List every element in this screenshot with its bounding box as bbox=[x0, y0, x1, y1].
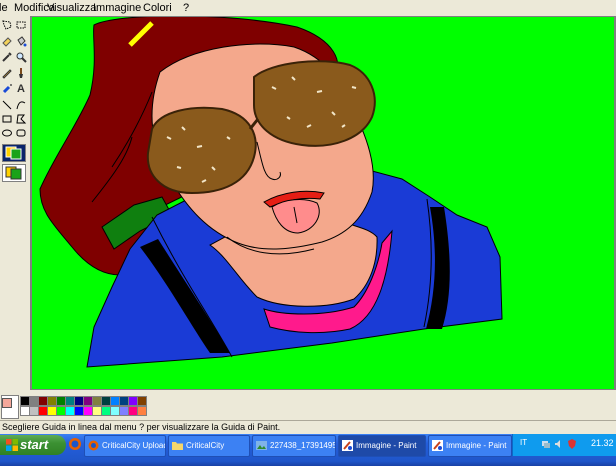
network-icon[interactable] bbox=[541, 439, 551, 449]
drawing-canvas[interactable] bbox=[32, 17, 614, 389]
fill-option-outline[interactable] bbox=[2, 144, 26, 162]
painting bbox=[39, 17, 503, 368]
browser-icon bbox=[88, 440, 99, 451]
fill-icon[interactable] bbox=[15, 35, 27, 47]
ellipse-icon[interactable] bbox=[1, 127, 13, 139]
image-icon bbox=[256, 441, 267, 450]
left-lens bbox=[146, 106, 257, 195]
fill-option-filled[interactable] bbox=[2, 164, 26, 182]
rect-select-icon[interactable] bbox=[15, 19, 27, 31]
folder-icon bbox=[172, 442, 183, 450]
paint-icon bbox=[432, 440, 443, 451]
magnifier-icon[interactable] bbox=[15, 51, 27, 63]
start-label: start bbox=[20, 437, 49, 452]
menu-immagine[interactable]: Immagine bbox=[93, 2, 141, 14]
status-text: Scegliere Guida in linea dal menu ? per … bbox=[2, 422, 281, 432]
task-label: Immagine - Paint bbox=[356, 441, 417, 450]
task-label: CriticalCity Upload... bbox=[102, 441, 165, 450]
status-bar: Scegliere Guida in linea dal menu ? per … bbox=[0, 420, 616, 435]
foreground-color bbox=[2, 398, 12, 408]
rounded-rect-icon[interactable] bbox=[15, 127, 27, 139]
curve-icon[interactable] bbox=[15, 99, 27, 111]
task-button-paint-1[interactable]: Immagine - Paint bbox=[338, 435, 426, 457]
windows-logo-icon bbox=[6, 439, 18, 451]
rectangle-icon[interactable] bbox=[1, 113, 13, 125]
current-colors[interactable] bbox=[1, 395, 19, 419]
speaker-icon[interactable] bbox=[554, 439, 564, 449]
quicklaunch-firefox-icon[interactable] bbox=[68, 437, 82, 451]
menu-file[interactable]: le bbox=[0, 2, 8, 14]
line-icon[interactable] bbox=[1, 99, 13, 111]
palette-swatch[interactable] bbox=[137, 406, 147, 416]
pencil-icon[interactable] bbox=[1, 67, 13, 79]
eyedropper-icon[interactable] bbox=[1, 51, 13, 63]
task-button-criticalcity-folder[interactable]: CriticalCity bbox=[168, 435, 250, 457]
right-lens bbox=[253, 60, 376, 147]
start-button[interactable]: start bbox=[0, 435, 66, 455]
palette-swatch[interactable] bbox=[137, 396, 147, 406]
menu-colori[interactable]: Colori bbox=[143, 2, 172, 14]
canvas-area bbox=[30, 16, 616, 390]
menu-visualizza[interactable]: Visualizza bbox=[47, 2, 96, 14]
brush-icon[interactable] bbox=[15, 67, 27, 79]
clock: 21.32 bbox=[591, 438, 614, 448]
task-button-image-file[interactable]: 227438_17391495... bbox=[252, 435, 336, 457]
paint-icon bbox=[342, 440, 353, 451]
text-icon[interactable]: A bbox=[15, 83, 27, 95]
task-label: Immagine - Paint bbox=[446, 441, 507, 450]
toolbox: A bbox=[0, 16, 31, 390]
task-label: CriticalCity bbox=[186, 441, 225, 450]
polygon-icon[interactable] bbox=[15, 113, 27, 125]
airbrush-icon[interactable] bbox=[1, 83, 13, 95]
task-button-paint-2[interactable]: Immagine - Paint bbox=[428, 435, 512, 457]
menu-help[interactable]: ? bbox=[183, 2, 189, 14]
taskbar: start CriticalCity Upload... CriticalCit… bbox=[0, 434, 616, 466]
fill-option-outline-icon bbox=[5, 146, 22, 160]
color-palette bbox=[0, 392, 616, 419]
security-icon[interactable] bbox=[567, 439, 577, 449]
language-indicator[interactable]: IT bbox=[520, 438, 527, 447]
system-tray: IT 21.32 bbox=[512, 434, 616, 456]
eraser-icon[interactable] bbox=[1, 35, 13, 47]
free-select-icon[interactable] bbox=[1, 19, 13, 31]
menu-bar: le Modifica Visualizza Immagine Colori ? bbox=[0, 0, 616, 17]
task-button-criticalcity-upload[interactable]: CriticalCity Upload... bbox=[84, 435, 166, 457]
fill-option-filled-icon bbox=[5, 166, 22, 180]
task-label: 227438_17391495... bbox=[270, 441, 336, 450]
